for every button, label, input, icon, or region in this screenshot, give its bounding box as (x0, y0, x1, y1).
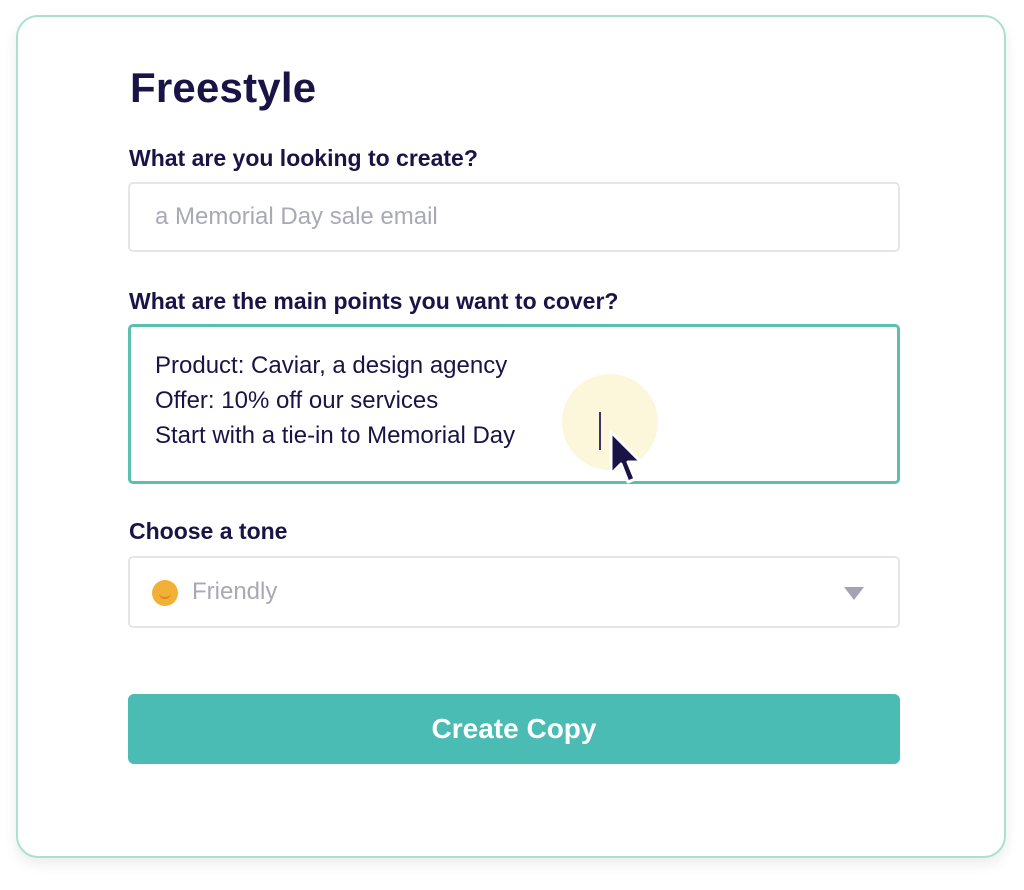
chevron-down-icon[interactable] (844, 587, 864, 600)
mouse-pointer-icon (609, 430, 643, 484)
create-label: What are you looking to create? (129, 145, 478, 171)
create-input[interactable] (128, 182, 900, 252)
tone-label: Choose a tone (129, 518, 288, 544)
main-points-textarea[interactable]: Product: Caviar, a design agency Offer: … (128, 324, 900, 484)
tone-select[interactable]: Friendly (128, 556, 900, 628)
create-copy-button[interactable]: Create Copy (128, 694, 900, 764)
main-points-label: What are the main points you want to cov… (129, 288, 619, 314)
smiling-emoji-icon (152, 580, 178, 606)
tone-selected-value: Friendly (192, 578, 278, 605)
main-points-line: Offer: 10% off our services (155, 387, 439, 414)
main-points-line: Product: Caviar, a design agency (155, 352, 508, 379)
text-caret (599, 412, 601, 450)
page-title: Freestyle (130, 64, 317, 111)
main-points-line: Start with a tie-in to Memorial Day (155, 422, 516, 449)
